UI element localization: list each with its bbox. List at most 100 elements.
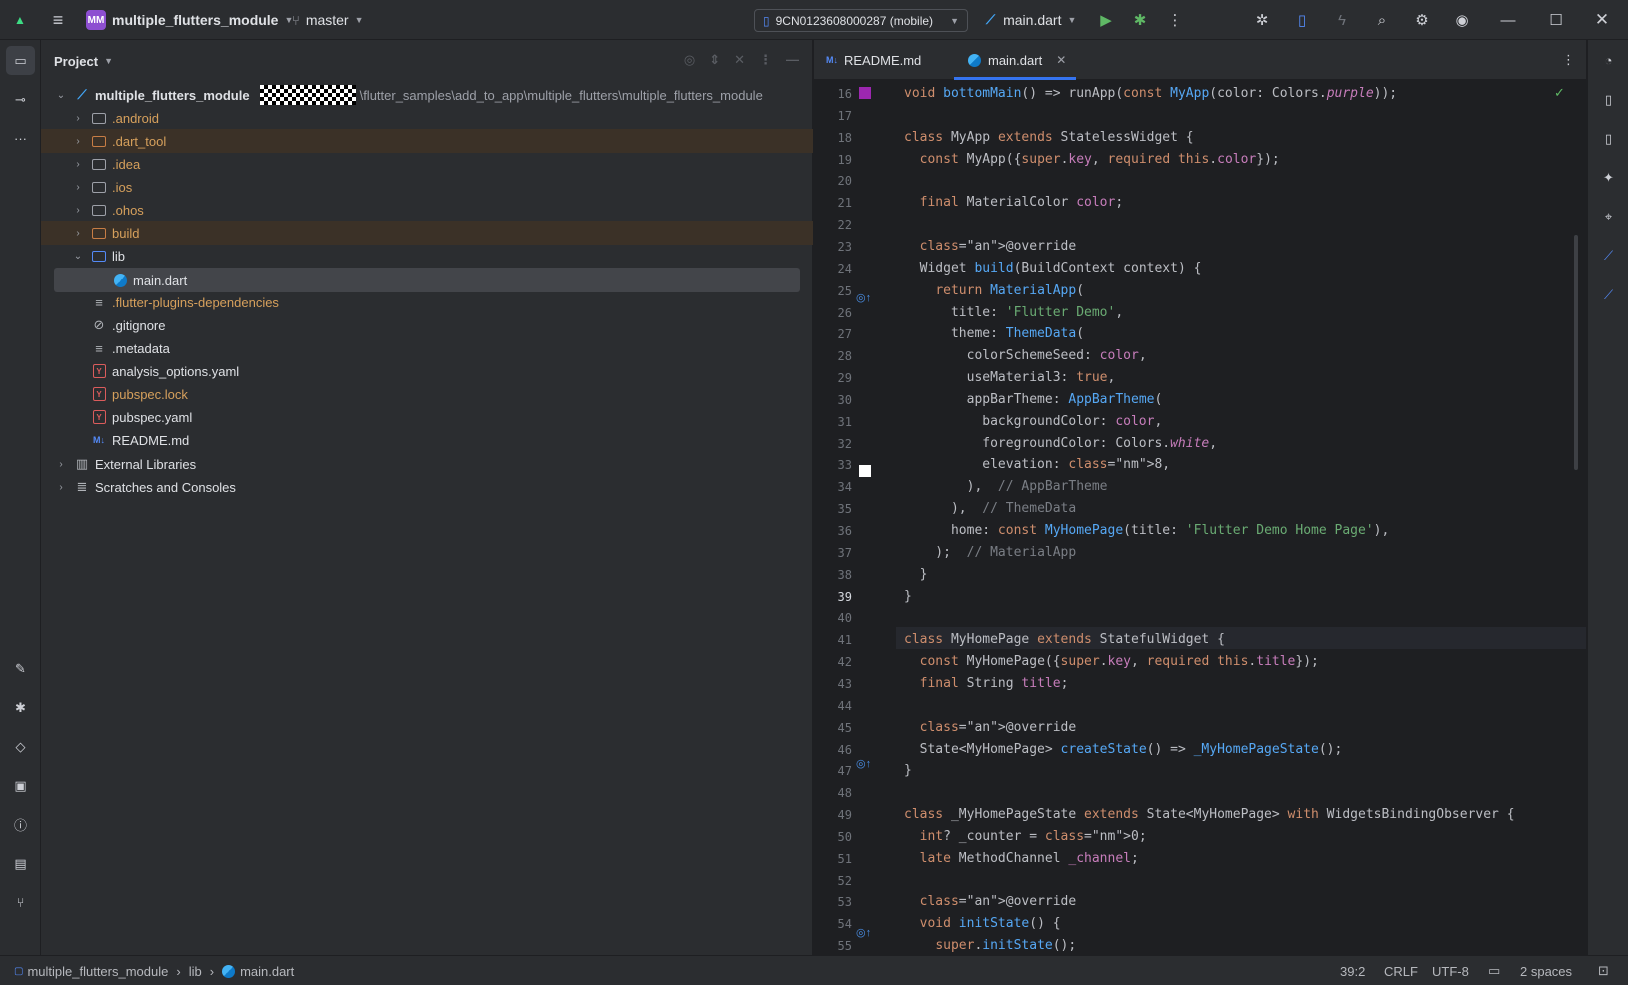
tree-item-metadata[interactable]: ≡ .metadata <box>41 336 813 360</box>
breadcrumb-item[interactable]: multiple_flutters_module <box>27 964 168 979</box>
chevron-right-icon[interactable]: › <box>71 228 85 239</box>
tree-item-external-libraries[interactable]: › ▥ External Libraries <box>41 452 813 476</box>
code-line[interactable]: void bottomMain() => runApp(const MyApp(… <box>904 83 1397 105</box>
tree-item-pubspec-lock[interactable]: Y pubspec.lock <box>41 382 813 406</box>
code-line[interactable]: class="an">@override <box>904 717 1077 739</box>
options-icon[interactable]: ⋮ <box>759 52 772 68</box>
code-area[interactable]: void bottomMain() => runApp(const MyApp(… <box>904 80 1568 955</box>
account-icon[interactable]: ◉ <box>1450 8 1474 32</box>
code-line[interactable]: late MethodChannel _channel; <box>904 848 1139 870</box>
device-manager-icon[interactable]: ▯ <box>1290 8 1314 32</box>
tree-item-gitignore[interactable]: ⊘ .gitignore <box>41 313 813 337</box>
version-control-icon[interactable]: ⑂ <box>6 888 35 917</box>
lock-icon[interactable]: ⊡ <box>1598 956 1609 985</box>
chevron-right-icon[interactable]: › <box>71 113 85 124</box>
debug-tool-icon[interactable]: ✱ <box>6 693 35 722</box>
search-icon[interactable]: ⌕ <box>1370 8 1394 32</box>
layout-inspector-icon[interactable]: ⌖ <box>1594 202 1623 231</box>
tree-item-flutter-plugins-dependencies[interactable]: ≡ .flutter-plugins-dependencies <box>41 290 813 314</box>
maximize-icon[interactable]: ☐ <box>1544 8 1568 32</box>
code-line[interactable]: } <box>904 564 928 586</box>
color-swatch-white[interactable] <box>859 465 871 477</box>
gemini-icon[interactable]: ✦ <box>1594 163 1623 192</box>
code-line[interactable]: class="an">@override <box>904 236 1077 258</box>
chevron-right-icon[interactable]: › <box>71 159 85 170</box>
code-line[interactable]: State<MyHomePage> createState() => _MyHo… <box>904 739 1343 761</box>
tab-main-dart[interactable]: main.dart ✕ <box>954 40 1077 80</box>
tree-item-pubspec-yaml[interactable]: Y pubspec.yaml <box>41 405 813 429</box>
override-icon[interactable]: ◎↑ <box>856 291 871 304</box>
indent-setting[interactable]: 2 spaces <box>1520 956 1572 985</box>
code-line[interactable]: theme: ThemeData( <box>904 323 1084 345</box>
tree-item-analysis-options[interactable]: Y analysis_options.yaml <box>41 359 813 383</box>
close-tab-icon[interactable]: ✕ <box>1056 53 1066 67</box>
main-menu-icon[interactable]: ≡ <box>46 8 70 32</box>
code-line[interactable]: ); // MaterialApp <box>904 542 1076 564</box>
code-line[interactable]: Widget build(BuildContext context) { <box>904 258 1202 280</box>
code-line[interactable]: ), // ThemeData <box>904 498 1076 520</box>
code-line[interactable]: class MyHomePage extends StatefulWidget … <box>904 629 1225 651</box>
tree-item-main-dart[interactable]: main.dart <box>54 268 800 292</box>
run-icon[interactable]: ▶ <box>1094 8 1118 32</box>
breadcrumb-item[interactable]: main.dart <box>240 964 294 979</box>
code-line[interactable]: final String title; <box>904 673 1069 695</box>
collapse-all-icon[interactable]: ✕ <box>734 52 745 68</box>
locate-icon[interactable]: ◎ <box>684 52 695 68</box>
editor-scrollbar[interactable] <box>1574 235 1578 470</box>
code-line[interactable]: class _MyHomePageState extends State<MyH… <box>904 804 1515 826</box>
terminal-icon[interactable]: ▤ <box>6 849 35 878</box>
code-line[interactable]: foregroundColor: Colors.white, <box>904 433 1217 455</box>
tree-item-build[interactable]: › build <box>41 221 813 245</box>
device-selector[interactable]: ▯ 9CN0123608000287 (mobile) ▼ <box>754 9 968 32</box>
caret-position[interactable]: 39:2 <box>1340 956 1365 985</box>
code-line[interactable]: class MyApp extends StatelessWidget { <box>904 127 1194 149</box>
settings-icon[interactable]: ⚙ <box>1410 8 1434 32</box>
device-explorer-icon[interactable]: ▯ <box>1594 85 1623 114</box>
code-line[interactable]: home: const MyHomePage(title: 'Flutter D… <box>904 520 1389 542</box>
commit-icon[interactable]: ⊸ <box>6 85 35 114</box>
code-line[interactable]: return MaterialApp( <box>904 280 1084 302</box>
tree-item-lib[interactable]: ⌄ lib <box>41 244 813 268</box>
run-config-selector[interactable]: ⟋ main.dart ▼ <box>986 0 1076 40</box>
chevron-right-icon[interactable]: › <box>54 482 68 493</box>
tree-item-scratches[interactable]: › ≣ Scratches and Consoles <box>41 475 813 499</box>
code-line[interactable]: elevation: class="nm">8, <box>904 454 1170 476</box>
override-icon[interactable]: ◎↑ <box>856 926 871 939</box>
code-line[interactable]: useMaterial3: true, <box>904 367 1116 389</box>
flutter-performance-icon[interactable]: ⟋ <box>1594 280 1623 309</box>
code-line[interactable]: colorSchemeSeed: color, <box>904 345 1147 367</box>
code-line[interactable]: super.initState(); <box>904 935 1076 955</box>
logcat-icon[interactable]: ▣ <box>6 771 35 800</box>
color-swatch-purple[interactable] <box>859 87 871 99</box>
problems-icon[interactable]: ⓘ <box>6 810 35 839</box>
more-actions-icon[interactable]: ⋮ <box>1163 8 1187 32</box>
line-ending[interactable]: CRLF <box>1384 956 1418 985</box>
readonly-toggle-icon[interactable]: ▭ <box>1488 956 1500 985</box>
running-devices-icon[interactable]: ▯ <box>1594 124 1623 153</box>
chevron-right-icon[interactable]: › <box>71 182 85 193</box>
close-icon[interactable]: ✕ <box>1590 8 1614 32</box>
code-line[interactable]: } <box>904 586 912 608</box>
tab-readme[interactable]: M↓ README.md <box>826 40 921 80</box>
code-line[interactable]: title: 'Flutter Demo', <box>904 302 1123 324</box>
code-line[interactable]: appBarTheme: AppBarTheme( <box>904 389 1163 411</box>
debug-icon[interactable]: ✱ <box>1128 8 1152 32</box>
breadcrumb-item[interactable]: lib <box>189 964 202 979</box>
tree-item-dart-tool[interactable]: › .dart_tool <box>41 129 813 153</box>
more-tools-icon[interactable]: ··· <box>6 124 35 153</box>
code-line[interactable]: const MyApp({super.key, required this.co… <box>904 149 1280 171</box>
flutter-inspector-icon[interactable]: ✎ <box>6 654 35 683</box>
project-selector[interactable]: MM multiple_flutters_module ▼ <box>86 0 293 40</box>
branch-selector[interactable]: ⑂ master ▼ <box>292 0 364 40</box>
project-folder-icon[interactable]: ▭ <box>6 46 35 75</box>
tree-item-android[interactable]: › .android <box>41 106 813 130</box>
override-icon[interactable]: ◎↑ <box>856 757 871 770</box>
tree-item-readme[interactable]: M↓ README.md <box>41 428 813 452</box>
code-line[interactable]: class="an">@override <box>904 891 1077 913</box>
code-line[interactable]: void initState() { <box>904 913 1061 935</box>
tab-options-icon[interactable]: ⋮ <box>1562 40 1575 80</box>
tree-root[interactable]: ⌄ ⟋ multiple_flutters_module \flutter_sa… <box>41 83 813 107</box>
gem-icon[interactable]: ◇ <box>6 732 35 761</box>
expand-all-icon[interactable]: ⇕ <box>709 52 720 68</box>
code-line[interactable]: backgroundColor: color, <box>904 411 1162 433</box>
